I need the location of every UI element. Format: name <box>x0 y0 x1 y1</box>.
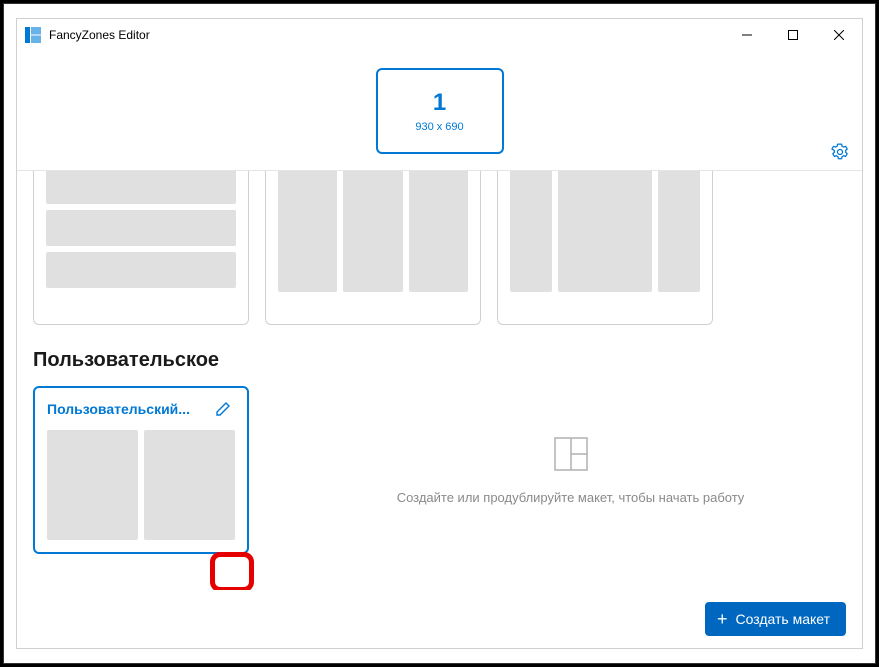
footer: + Создать макет <box>17 590 862 648</box>
monitor-number: 1 <box>433 89 446 117</box>
window-title: FancyZones Editor <box>49 28 724 42</box>
annotation-highlight <box>210 552 254 590</box>
close-button[interactable] <box>816 19 862 51</box>
edit-layout-button[interactable] <box>211 398 235 420</box>
monitor-card-1[interactable]: 1 930 x 690 <box>376 68 504 154</box>
plus-icon: + <box>717 610 728 628</box>
maximize-button[interactable] <box>770 19 816 51</box>
template-card-rows[interactable]: Строки <box>33 171 249 325</box>
titlebar: FancyZones Editor <box>17 19 862 51</box>
app-window: FancyZones Editor 1 930 x 690 <box>16 18 863 649</box>
empty-state: Создайте или продублируйте макет, чтобы … <box>265 386 846 554</box>
custom-layout-card[interactable]: Пользовательский... <box>33 386 249 554</box>
template-preview <box>46 171 236 292</box>
settings-button[interactable] <box>830 142 850 162</box>
template-preview <box>278 171 468 292</box>
layout-placeholder-icon <box>553 436 589 472</box>
custom-layout-preview <box>47 426 235 540</box>
create-layout-button[interactable]: + Создать макет <box>705 602 846 636</box>
template-preview <box>510 171 700 292</box>
custom-section-title: Пользовательское <box>33 349 846 372</box>
empty-state-text: Создайте или продублируйте макет, чтобы … <box>397 490 745 505</box>
content-area: Строки Сетка <box>17 171 862 590</box>
create-layout-label: Создать макет <box>735 611 830 627</box>
window-controls <box>724 19 862 51</box>
custom-layouts-row: Пользовательский... Созда <box>33 386 846 554</box>
monitor-resolution: 930 x 690 <box>415 121 463 133</box>
app-icon <box>25 27 41 43</box>
custom-layout-name: Пользовательский... <box>47 401 190 417</box>
monitor-selector: 1 930 x 690 <box>17 51 862 171</box>
template-card-priority[interactable]: Сетка приоритетов <box>497 171 713 325</box>
template-card-columns[interactable]: Сетка <box>265 171 481 325</box>
minimize-button[interactable] <box>724 19 770 51</box>
templates-row: Строки Сетка <box>33 171 846 325</box>
